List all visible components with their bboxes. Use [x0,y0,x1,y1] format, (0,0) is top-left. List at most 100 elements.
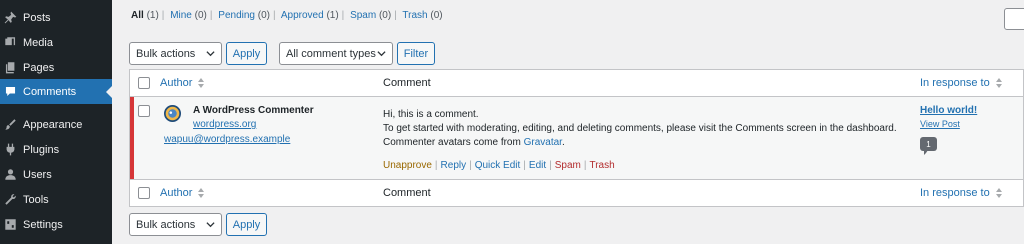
filter-count: (1) [146,10,159,21]
filter-spam[interactable]: Spam [350,10,376,21]
response-post-link[interactable]: Hello world! [920,105,977,116]
sidebar-item-label: Plugins [23,143,60,156]
column-label: Author [160,77,193,89]
sidebar-item-appearance[interactable]: Appearance [0,112,112,137]
media-icon [3,36,17,50]
comment-icon [3,85,17,99]
column-label: In response to [920,77,990,89]
filter-pending[interactable]: Pending [218,10,255,21]
author-column-header[interactable]: Author [160,187,205,199]
trash-link[interactable]: Trash [589,160,614,171]
wrench-icon [3,193,17,207]
table-header: Author Comment In response to [130,70,1023,97]
filter-count: (0) [257,10,270,21]
table-row: A WordPress Commenter wordpress.org wapu… [130,97,1023,179]
sort-icon [198,78,205,88]
separator: | [434,160,438,171]
separator: | [523,160,526,171]
sidebar-item-label: Tools [23,193,49,206]
spam-link[interactable]: Spam [555,160,581,171]
comment-column-header: Comment [383,187,431,199]
comment-text-line: To get started with moderating, editing,… [383,123,897,134]
chevron-down-icon [206,51,215,57]
comment-column-header: Comment [383,77,431,89]
filter-count: (0) [378,10,392,21]
filter-count: (0) [430,10,443,21]
quick-edit-link[interactable]: Quick Edit [475,160,521,171]
filter-count: (1) [326,10,339,21]
sort-icon [995,188,1002,198]
comments-table: Author Comment In response to A WordPres… [129,69,1024,207]
column-label: Author [160,187,193,199]
select-all-checkbox[interactable] [138,187,150,199]
reply-link[interactable]: Reply [441,160,467,171]
users-icon [3,168,17,182]
chevron-down-icon [206,222,215,228]
filter-trash[interactable]: Trash [402,10,427,21]
comment-author-email[interactable]: wapuu@wordpress.example [164,134,290,145]
sidebar-item-label: Appearance [23,118,83,131]
paintbrush-icon [3,118,17,132]
sidebar-item-label: Comments [23,85,77,98]
sidebar-item-label: Pages [23,61,55,74]
comment-text-fragment: . [561,137,565,148]
sidebar-item-posts[interactable]: Posts [0,5,112,30]
admin-sidebar: Posts Media Pages Comments Appearance Pl… [0,0,112,244]
separator: | [469,160,472,171]
sidebar-item-settings[interactable]: Settings [0,212,112,237]
comment-text-line: Commenter avatars come from Gravatar. [383,137,565,148]
filter-approved[interactable]: Approved [281,10,324,21]
separator: | [583,160,587,171]
separator: | [341,10,345,21]
column-label: In response to [920,187,990,199]
pushpin-icon [3,11,17,25]
sidebar-item-comments[interactable]: Comments [0,79,112,104]
sort-icon [995,78,1002,88]
sort-icon [198,188,205,198]
row-actions: Unapprove | Reply | Quick Edit | Edit | Spam | Tra… [383,160,615,171]
comment-text-line: Hi, this is a comment. [383,109,479,120]
apply-button-bottom[interactable]: Apply [226,213,267,236]
bulk-actions-value: Bulk actions [136,47,196,60]
pages-icon [3,61,17,75]
author-column-header[interactable]: Author [160,77,205,89]
separator: | [161,10,165,21]
comment-type-select[interactable]: All comment types [279,42,393,65]
filter-button[interactable]: Filter [397,42,435,65]
sidebar-item-label: Media [23,36,53,49]
main-content: All (1) | Mine (0) | Pending (0) | Approved… [112,0,1024,244]
response-column-header[interactable]: In response to [920,187,1003,199]
sidebar-item-users[interactable]: Users [0,162,112,187]
separator: | [273,10,276,21]
bulk-actions-select-bottom[interactable]: Bulk actions [129,213,222,236]
search-comments-input[interactable] [1004,8,1024,30]
sidebar-item-label: Users [23,168,52,181]
comment-count-bubble[interactable]: 1 [920,137,937,155]
edit-link[interactable]: Edit [529,160,546,171]
comment-text-fragment: Commenter avatars come from [383,137,524,148]
bulk-actions-select[interactable]: Bulk actions [129,42,222,65]
bulk-actions-value: Bulk actions [136,218,196,231]
comment-author-name: A WordPress Commenter [193,105,314,116]
filter-count: (0) [194,10,207,21]
comment-type-value: All comment types [286,47,376,60]
sidebar-item-pages[interactable]: Pages [0,55,112,80]
sidebar-item-label: Posts [23,11,51,24]
filter-mine[interactable]: Mine [170,10,192,21]
chevron-down-icon [377,51,386,57]
sidebar-item-media[interactable]: Media [0,30,112,55]
apply-button[interactable]: Apply [226,42,267,65]
response-column-header[interactable]: In response to [920,77,1003,89]
separator: | [549,160,552,171]
settings-icon [3,218,17,232]
comment-author-url[interactable]: wordpress.org [193,119,256,130]
separator: | [394,10,397,21]
view-post-link[interactable]: View Post [920,119,960,129]
sidebar-item-tools[interactable]: Tools [0,187,112,212]
unapprove-link[interactable]: Unapprove [383,160,432,171]
row-checkbox[interactable] [138,105,150,117]
filter-all[interactable]: All [131,10,144,21]
select-all-checkbox[interactable] [138,77,150,89]
sidebar-item-plugins[interactable]: Plugins [0,137,112,162]
gravatar-link[interactable]: Gravatar [524,137,562,148]
